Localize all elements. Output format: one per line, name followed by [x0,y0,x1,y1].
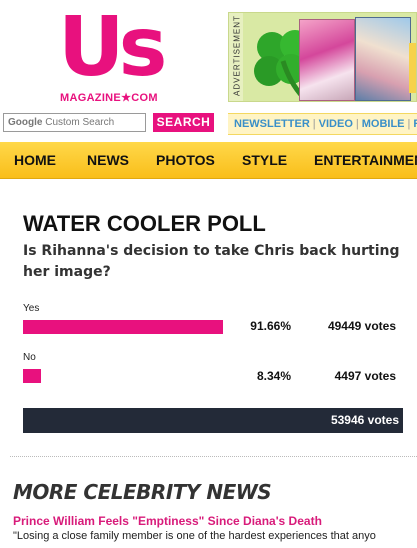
poll-votes-yes: 49449 votes [327,319,396,333]
advertisement-banner[interactable]: ADVERTISEMENT [228,12,417,102]
poll-votes-no: 4497 votes [334,369,396,383]
video-link[interactable]: VIDEO [319,118,353,130]
poll-option-label-no: No [23,352,36,363]
nav-news[interactable]: NEWS [87,152,129,168]
search-input[interactable]: Google Custom Search [3,113,146,132]
top-links-bar: NEWSLETTER|VIDEO|MOBILE|R [228,113,417,135]
poll-bar-no [23,369,41,383]
nav-style[interactable]: STYLE [242,152,287,168]
logo-us-text: Us [58,0,167,95]
nav-home[interactable]: HOME [14,152,56,168]
search-button[interactable]: SEARCH [153,113,214,132]
poll-option-label-yes: Yes [23,303,40,314]
poll-question: Is Rihanna's decision to take Chris back… [23,243,400,280]
poll-percent-yes: 91.66% [250,319,291,333]
ad-label-strip: ADVERTISEMENT [229,13,243,101]
poll-percent-no: 8.34% [256,369,291,383]
nav-entertainment[interactable]: ENTERTAINMENT [314,152,417,168]
magazine-cover-2 [355,17,411,101]
magazine-cover-1 [299,19,355,101]
news-snippet: "Losing a close family member is one of … [13,530,376,542]
google-label: Google [8,117,43,128]
poll-bar-yes [23,320,223,334]
rss-link[interactable]: R [413,118,417,130]
logo-magazine-text: MAGAZINE★COM [60,92,158,104]
search-placeholder: Custom Search [45,117,115,128]
poll-total-votes: 53946 votes [330,413,399,427]
section-divider [10,456,417,457]
nav-photos[interactable]: PHOTOS [156,152,215,168]
mobile-link[interactable]: MOBILE [362,118,405,130]
ad-label: ADVERTISEMENT [232,15,242,96]
magazine-cover-3 [409,43,416,93]
more-celebrity-news-heading: MORE CELEBRITY NEWS [13,480,272,504]
newsletter-link[interactable]: NEWSLETTER [228,118,310,130]
main-navigation: HOME NEWS PHOTOS STYLE ENTERTAINMENT [0,142,417,179]
poll-total-bar: 53946 votes [23,408,403,433]
poll-title: WATER COOLER POLL [23,211,266,236]
news-headline-link[interactable]: Prince William Feels "Emptiness" Since D… [13,514,322,528]
us-magazine-logo[interactable]: Us MAGAZINE★COM [58,7,167,107]
